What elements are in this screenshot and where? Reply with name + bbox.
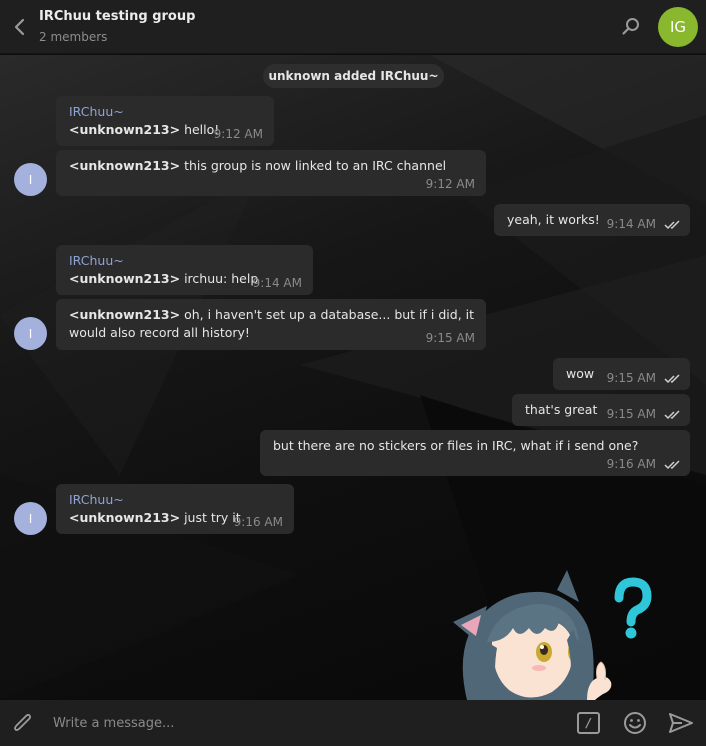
message-time: 9:12 AM bbox=[425, 177, 475, 191]
sender-name[interactable]: IRChuu~ bbox=[69, 103, 263, 121]
nick: <unknown213> bbox=[69, 271, 181, 286]
paperclip-icon bbox=[14, 713, 32, 731]
emoji-button[interactable] bbox=[623, 711, 647, 735]
message-body: oh, i haven't set up a database... but i… bbox=[180, 307, 475, 322]
message-time: 9:14 AM bbox=[252, 276, 302, 290]
bot-commands-button[interactable]: / bbox=[577, 712, 600, 734]
message-bubble-outgoing[interactable]: wow 9:15 AM bbox=[553, 358, 690, 390]
message-time: 9:14 AM bbox=[606, 217, 656, 231]
chat-title[interactable]: IRChuu testing group bbox=[39, 9, 195, 24]
chevron-left-icon bbox=[14, 18, 25, 36]
nick: <unknown213> bbox=[69, 158, 181, 173]
message-input[interactable] bbox=[53, 713, 553, 733]
message-text: <unknown213> this group is now linked to… bbox=[69, 157, 475, 175]
service-message: unknown added IRChuu~ bbox=[263, 64, 444, 88]
message-bubble[interactable]: IRChuu~ <unknown213> hello! 9:12 AM bbox=[56, 96, 274, 146]
read-checkmarks-icon bbox=[664, 220, 680, 230]
read-checkmarks-icon bbox=[664, 460, 680, 470]
sticker-image[interactable] bbox=[447, 570, 657, 700]
message-text: <unknown213> oh, i haven't set up a data… bbox=[69, 306, 475, 324]
message-time: 9:16 AM bbox=[606, 457, 656, 471]
message-time: 9:15 AM bbox=[606, 407, 656, 421]
message-bubble-outgoing[interactable]: that's great 9:15 AM bbox=[512, 394, 690, 426]
sender-name[interactable]: IRChuu~ bbox=[69, 491, 283, 509]
read-checkmarks-icon bbox=[664, 410, 680, 420]
nick: <unknown213> bbox=[69, 307, 181, 322]
send-button[interactable] bbox=[668, 711, 694, 735]
back-button[interactable] bbox=[8, 15, 30, 39]
search-button[interactable] bbox=[619, 15, 643, 39]
chat-header: IRChuu testing group 2 members IG bbox=[0, 0, 706, 54]
message-time: 9:15 AM bbox=[606, 371, 656, 385]
message-body: just try it bbox=[180, 510, 241, 525]
read-checkmarks-icon bbox=[664, 374, 680, 384]
sender-avatar[interactable]: I bbox=[14, 317, 47, 350]
nick: <unknown213> bbox=[69, 510, 181, 525]
message-time: 9:16 AM bbox=[233, 515, 283, 529]
nick: <unknown213> bbox=[69, 122, 181, 137]
send-icon bbox=[669, 713, 693, 733]
message-body-line2: would also record all history! bbox=[69, 325, 250, 340]
message-composer: / bbox=[0, 700, 706, 746]
member-count: 2 members bbox=[39, 30, 108, 44]
message-bubble-outgoing[interactable]: yeah, it works! 9:14 AM bbox=[494, 204, 690, 236]
message-list[interactable]: unknown added IRChuu~ IRChuu~ <unknown21… bbox=[0, 55, 706, 700]
message-body: but there are no stickers or files in IR… bbox=[273, 438, 639, 453]
group-avatar[interactable]: IG bbox=[658, 7, 698, 47]
message-bubble[interactable]: <unknown213> this group is now linked to… bbox=[56, 150, 486, 196]
message-time: 9:15 AM bbox=[425, 331, 475, 345]
message-body: irchuu: help bbox=[180, 271, 259, 286]
message-body: this group is now linked to an IRC chann… bbox=[180, 158, 447, 173]
sender-name[interactable]: IRChuu~ bbox=[69, 252, 302, 270]
message-bubble[interactable]: IRChuu~ <unknown213> just try it 9:16 AM bbox=[56, 484, 294, 534]
message-bubble-outgoing[interactable]: but there are no stickers or files in IR… bbox=[260, 430, 690, 476]
message-time: 9:12 AM bbox=[213, 127, 263, 141]
emoji-icon bbox=[624, 712, 646, 734]
message-bubble[interactable]: <unknown213> oh, i haven't set up a data… bbox=[56, 299, 486, 350]
attach-button[interactable] bbox=[11, 710, 35, 736]
search-icon bbox=[622, 18, 639, 35]
message-bubble[interactable]: IRChuu~ <unknown213> irchuu: help 9:14 A… bbox=[56, 245, 313, 295]
sender-avatar[interactable]: I bbox=[14, 163, 47, 196]
sender-avatar[interactable]: I bbox=[14, 502, 47, 535]
